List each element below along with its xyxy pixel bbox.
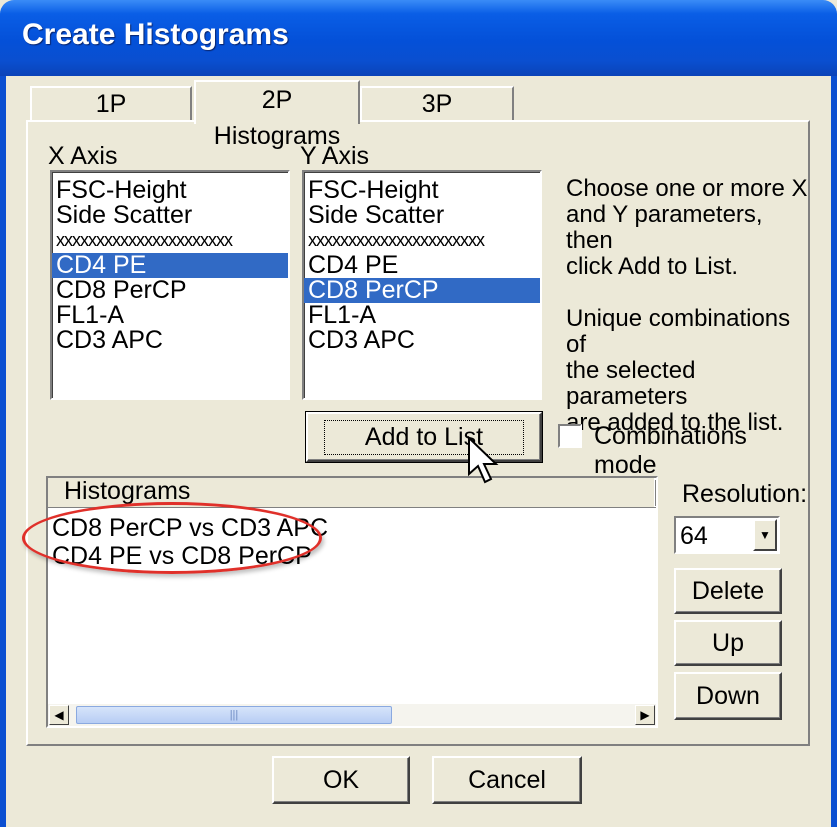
histogram-list-item[interactable]: CD4 PE vs CD8 PerCP [52,542,312,571]
y-axis-item[interactable]: Side Scatter [304,203,540,228]
help-line: Unique combinations of [566,305,791,358]
histogram-list-item[interactable]: CD8 PerCP vs CD3 APC [52,514,328,543]
down-label: Down [696,681,760,710]
x-axis-label: X Axis [48,142,118,170]
scrollbar-thumb[interactable]: ||| [76,706,392,724]
y-axis-item[interactable]: CD4 PE [304,253,540,278]
y-axis-item[interactable]: xxxxxxxxxxxxxxxxxxxxxx [304,228,540,253]
ok-label: OK [322,765,360,794]
y-axis-item-selected[interactable]: CD8 PerCP [304,278,540,303]
y-axis-item[interactable]: FSC-Height [304,178,540,203]
x-axis-item[interactable]: CD8 PerCP [52,278,288,303]
up-button[interactable]: Up [674,620,782,666]
resolution-value: 64 [680,522,708,550]
combinations-mode-checkbox[interactable] [558,424,582,448]
window-title: Create Histograms [22,18,289,51]
y-axis-listbox[interactable]: FSC-Height Side Scatter xxxxxxxxxxxxxxxx… [302,170,542,400]
down-button[interactable]: Down [674,672,782,720]
tab-2p-histograms[interactable]: 2P Histograms [194,80,360,150]
resolution-label: Resolution: [682,480,808,508]
delete-button[interactable]: Delete [674,568,782,614]
x-axis-item[interactable]: Side Scatter [52,203,288,228]
tab-2p-label: 2P Histograms [213,86,341,150]
cancel-button[interactable]: Cancel [432,756,582,804]
mouse-pointer-icon [468,436,499,484]
x-axis-item[interactable]: CD3 APC [52,328,288,353]
left-arrow-icon[interactable]: ◀ [49,705,69,725]
x-axis-listbox[interactable]: FSC-Height Side Scatter xxxxxxxxxxxxxxxx… [50,170,290,400]
help-line: the selected parameters [566,357,696,410]
help-text: Choose one or more X and Y parameters, t… [566,176,808,436]
right-arrow-icon[interactable]: ▶ [635,705,655,725]
horizontal-scrollbar[interactable]: ◀ ||| ▶ [48,704,656,726]
tab-3p-histograms[interactable]: 3P Histograms [360,86,514,150]
title-bar[interactable]: Create Histograms [0,0,837,76]
x-axis-item-selected[interactable]: CD4 PE [52,253,288,278]
x-axis-item[interactable]: FSC-Height [52,178,288,203]
cancel-label: Cancel [468,765,546,794]
histograms-header: Histograms [48,478,656,508]
x-axis-item[interactable]: FL1-A [52,303,288,328]
histograms-listview[interactable]: Histograms CD8 PerCP vs CD3 APC CD4 PE v… [46,476,658,728]
help-line: and Y parameters, then [566,201,763,254]
x-axis-item[interactable]: xxxxxxxxxxxxxxxxxxxxxx [52,228,288,253]
window-frame-left [0,76,6,827]
window-frame-right [831,76,837,827]
up-label: Up [712,628,744,657]
add-to-list-button[interactable]: Add to List [305,411,543,463]
combinations-mode-label: Combinations mode [594,422,747,479]
chevron-down-icon[interactable]: ▼ [753,519,777,551]
tab-1p-histograms[interactable]: 1P Histograms [30,86,192,150]
histograms-column-label: Histograms [64,477,191,505]
y-axis-item[interactable]: FL1-A [304,303,540,328]
help-line: click Add to List. [566,253,739,280]
histograms-column-header[interactable]: Histograms [48,478,656,507]
y-axis-item[interactable]: CD3 APC [304,328,540,353]
ok-button[interactable]: OK [272,756,410,804]
delete-label: Delete [691,576,765,605]
help-line: Choose one or more X [566,175,808,202]
resolution-select[interactable]: 64 ▼ [674,516,780,554]
